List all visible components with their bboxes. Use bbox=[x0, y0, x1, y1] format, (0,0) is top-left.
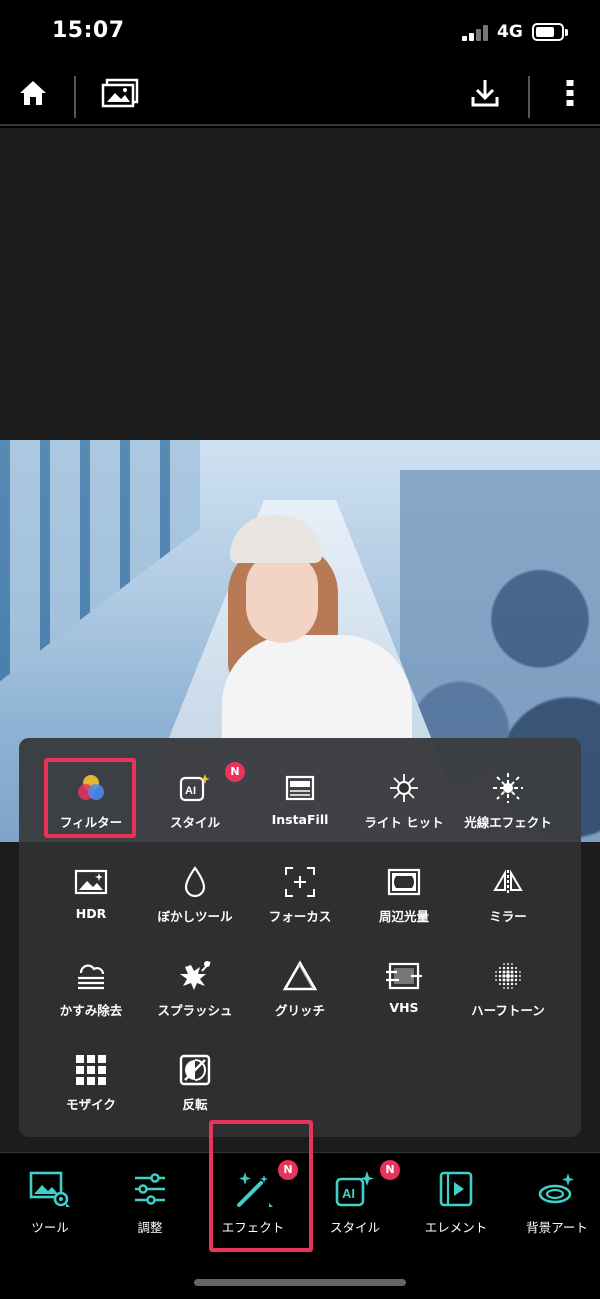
home-icon[interactable] bbox=[10, 70, 56, 116]
effects-panel: フィルター AI スタイル N InstaFill ライト ヒット 光線エフェク… bbox=[19, 738, 581, 1137]
status-bar: 15:07 4G bbox=[0, 0, 600, 62]
ai-sparkle-icon: AI bbox=[333, 1167, 377, 1211]
light-hit-icon bbox=[384, 768, 424, 808]
ai-style-icon: AI bbox=[175, 768, 215, 808]
tool-vignette[interactable]: 周辺光量 bbox=[349, 862, 459, 942]
gallery-icon[interactable] bbox=[97, 70, 143, 116]
dehaze-icon bbox=[71, 956, 111, 996]
tool-instafill[interactable]: InstaFill bbox=[245, 768, 355, 848]
toolbar-divider bbox=[528, 76, 530, 118]
bottom-navigation: ツール 調整 エフェクト N AI スタイル N エレメント 背景アート bbox=[0, 1120, 600, 1299]
glitch-icon bbox=[280, 956, 320, 996]
tool-splash[interactable]: スプラッシュ bbox=[140, 956, 250, 1036]
tool-light-rays[interactable]: 光線エフェクト bbox=[453, 768, 563, 848]
svg-text:AI: AI bbox=[185, 785, 196, 797]
network-label: 4G bbox=[497, 22, 523, 42]
tool-halftone[interactable]: ハーフトーン bbox=[453, 956, 563, 1036]
tool-hdr[interactable]: HDR bbox=[36, 862, 146, 942]
tool-dehaze[interactable]: かすみ除去 bbox=[36, 956, 146, 1036]
tool-glitch[interactable]: グリッチ bbox=[245, 956, 355, 1036]
element-icon bbox=[434, 1167, 478, 1211]
highlight-box bbox=[44, 758, 136, 838]
tool-light-hit[interactable]: ライト ヒット bbox=[349, 768, 459, 848]
invert-icon bbox=[175, 1050, 215, 1090]
nav-background-art[interactable]: 背景アート bbox=[507, 1167, 600, 1247]
nav-tools[interactable]: ツール bbox=[0, 1167, 100, 1247]
nav-adjust[interactable]: 調整 bbox=[100, 1167, 200, 1247]
svg-text:AI: AI bbox=[342, 1186, 355, 1201]
tool-vhs[interactable]: VHS bbox=[349, 956, 459, 1036]
toolbar-divider bbox=[74, 76, 76, 118]
mosaic-icon bbox=[71, 1050, 111, 1090]
tool-mirror[interactable]: ミラー bbox=[453, 862, 563, 942]
sliders-icon bbox=[128, 1167, 172, 1211]
light-rays-icon bbox=[488, 768, 528, 808]
more-vertical-icon[interactable] bbox=[547, 70, 593, 116]
status-time: 15:07 bbox=[52, 18, 125, 43]
mirror-icon bbox=[488, 862, 528, 902]
tool-mosaic[interactable]: モザイク bbox=[36, 1050, 146, 1130]
download-icon[interactable] bbox=[462, 70, 508, 116]
tool-blur[interactable]: ぼかしツール bbox=[140, 862, 250, 942]
vhs-icon bbox=[384, 956, 424, 996]
highlight-box bbox=[209, 1120, 313, 1252]
new-badge: N bbox=[225, 762, 245, 782]
battery-icon bbox=[532, 23, 568, 41]
drop-icon bbox=[175, 862, 215, 902]
focus-crosshair-icon bbox=[280, 862, 320, 902]
home-indicator[interactable] bbox=[194, 1279, 406, 1286]
tool-invert[interactable]: 反転 bbox=[140, 1050, 250, 1130]
instafill-icon bbox=[280, 768, 320, 808]
hdr-image-icon bbox=[71, 862, 111, 902]
splash-icon bbox=[175, 956, 215, 996]
background-art-icon bbox=[535, 1167, 579, 1211]
tools-image-gear-icon bbox=[28, 1167, 72, 1211]
signal-icon bbox=[462, 25, 490, 41]
tool-focus[interactable]: フォーカス bbox=[245, 862, 355, 942]
new-badge: N bbox=[380, 1160, 400, 1180]
halftone-icon bbox=[488, 956, 528, 996]
nav-elements[interactable]: エレメント bbox=[406, 1167, 506, 1247]
top-toolbar bbox=[0, 62, 600, 126]
vignette-icon bbox=[384, 862, 424, 902]
